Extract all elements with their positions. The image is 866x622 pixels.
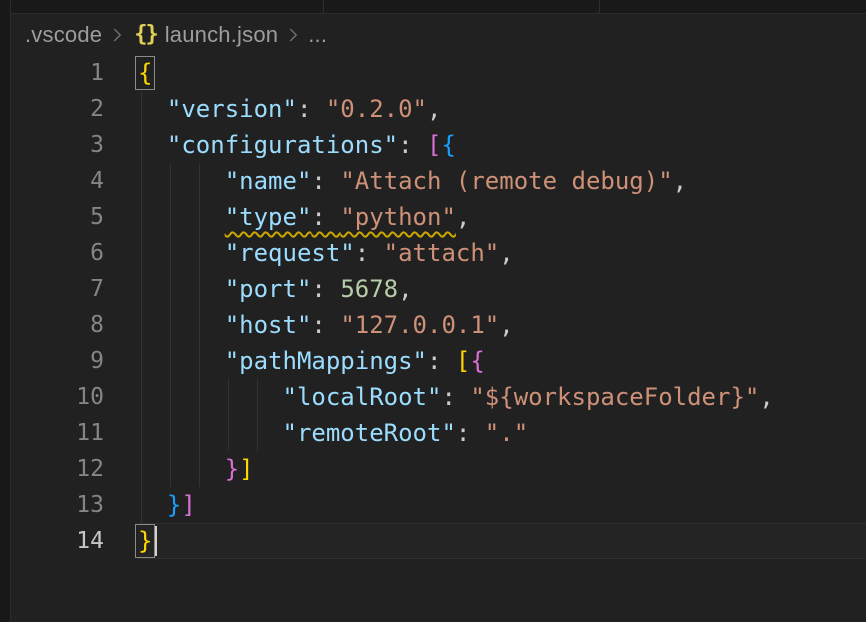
code-line[interactable]: 12 }] — [11, 451, 866, 487]
line-number[interactable]: 8 — [11, 307, 138, 343]
indent-guide — [170, 199, 171, 235]
indent-guide — [170, 379, 171, 415]
code-line[interactable]: 2 "version": "0.2.0", — [11, 91, 866, 127]
line-number[interactable]: 10 — [11, 379, 138, 415]
code-line[interactable]: 3 "configurations": [{ — [11, 127, 866, 163]
line-number[interactable]: 1 — [11, 55, 138, 91]
indent-guide — [170, 451, 171, 487]
indent-guide — [141, 307, 142, 343]
tab-separator — [323, 0, 324, 13]
code-line[interactable]: 9 "pathMappings": [{ — [11, 343, 866, 379]
breadcrumb-item-file[interactable]: launch.json — [165, 22, 279, 48]
line-number[interactable]: 12 — [11, 451, 138, 487]
line-number[interactable]: 2 — [11, 91, 138, 127]
line-number[interactable]: 11 — [11, 415, 138, 451]
indent-guide — [170, 307, 171, 343]
indent-guide — [199, 271, 200, 307]
chevron-right-icon — [106, 24, 128, 46]
code-line[interactable]: 14} — [11, 523, 866, 559]
line-number[interactable]: 9 — [11, 343, 138, 379]
line-number[interactable]: 7 — [11, 271, 138, 307]
indent-guide — [199, 307, 200, 343]
indent-guide — [141, 379, 142, 415]
indent-guide — [199, 235, 200, 271]
bracket-match: } — [138, 527, 152, 555]
editor-left-edge — [0, 0, 11, 622]
editor-code-area[interactable]: 1{2 "version": "0.2.0",3 "configurations… — [11, 55, 866, 559]
vscode-editor-window: .vscode {} launch.json ... 1{2 "version"… — [0, 0, 866, 622]
line-number[interactable]: 5 — [11, 199, 138, 235]
indent-guide — [170, 343, 171, 379]
code-line[interactable]: 10 "localRoot": "${workspaceFolder}", — [11, 379, 866, 415]
code-line[interactable]: 11 "remoteRoot": "." — [11, 415, 866, 451]
indent-guide — [199, 379, 200, 415]
indent-guide — [141, 235, 142, 271]
indent-guide — [257, 379, 258, 415]
indent-guide — [170, 271, 171, 307]
line-number[interactable]: 4 — [11, 163, 138, 199]
indent-guide — [141, 451, 142, 487]
indent-guide — [170, 235, 171, 271]
breadcrumb: .vscode {} launch.json ... — [11, 14, 866, 55]
line-number[interactable]: 3 — [11, 127, 138, 163]
indent-guide — [199, 415, 200, 451]
indent-guide — [141, 127, 142, 163]
line-number[interactable]: 6 — [11, 235, 138, 271]
text-cursor — [155, 526, 157, 556]
indent-guide — [170, 415, 171, 451]
code-line[interactable]: 4 "name": "Attach (remote debug)", — [11, 163, 866, 199]
tab-separator — [599, 0, 600, 13]
json-file-icon: {} — [134, 22, 157, 47]
indent-guide — [141, 271, 142, 307]
breadcrumb-item-folder[interactable]: .vscode — [25, 22, 102, 48]
chevron-right-icon — [282, 24, 304, 46]
indent-guide — [199, 451, 200, 487]
indent-guide — [141, 163, 142, 199]
bracket-match: { — [138, 59, 152, 87]
code-line[interactable]: 7 "port": 5678, — [11, 271, 866, 307]
line-number[interactable]: 13 — [11, 487, 138, 523]
indent-guide — [141, 415, 142, 451]
indent-guide — [199, 343, 200, 379]
indent-guide — [199, 199, 200, 235]
indent-guide — [199, 163, 200, 199]
code-line[interactable]: 1{ — [11, 55, 866, 91]
indent-guide — [141, 91, 142, 127]
indent-guide — [228, 379, 229, 415]
code-line[interactable]: 8 "host": "127.0.0.1", — [11, 307, 866, 343]
indent-guide — [170, 163, 171, 199]
line-number[interactable]: 14 — [11, 523, 138, 559]
code-line[interactable]: 5 "type": "python", — [11, 199, 866, 235]
indent-guide — [141, 199, 142, 235]
indent-guide — [228, 415, 229, 451]
indent-guide — [141, 343, 142, 379]
code-line[interactable]: 6 "request": "attach", — [11, 235, 866, 271]
indent-guide — [141, 487, 142, 523]
breadcrumb-item-symbols[interactable]: ... — [308, 22, 327, 48]
code-line[interactable]: 13 }] — [11, 487, 866, 523]
indent-guide — [257, 415, 258, 451]
tab-bar-edge — [11, 0, 866, 14]
